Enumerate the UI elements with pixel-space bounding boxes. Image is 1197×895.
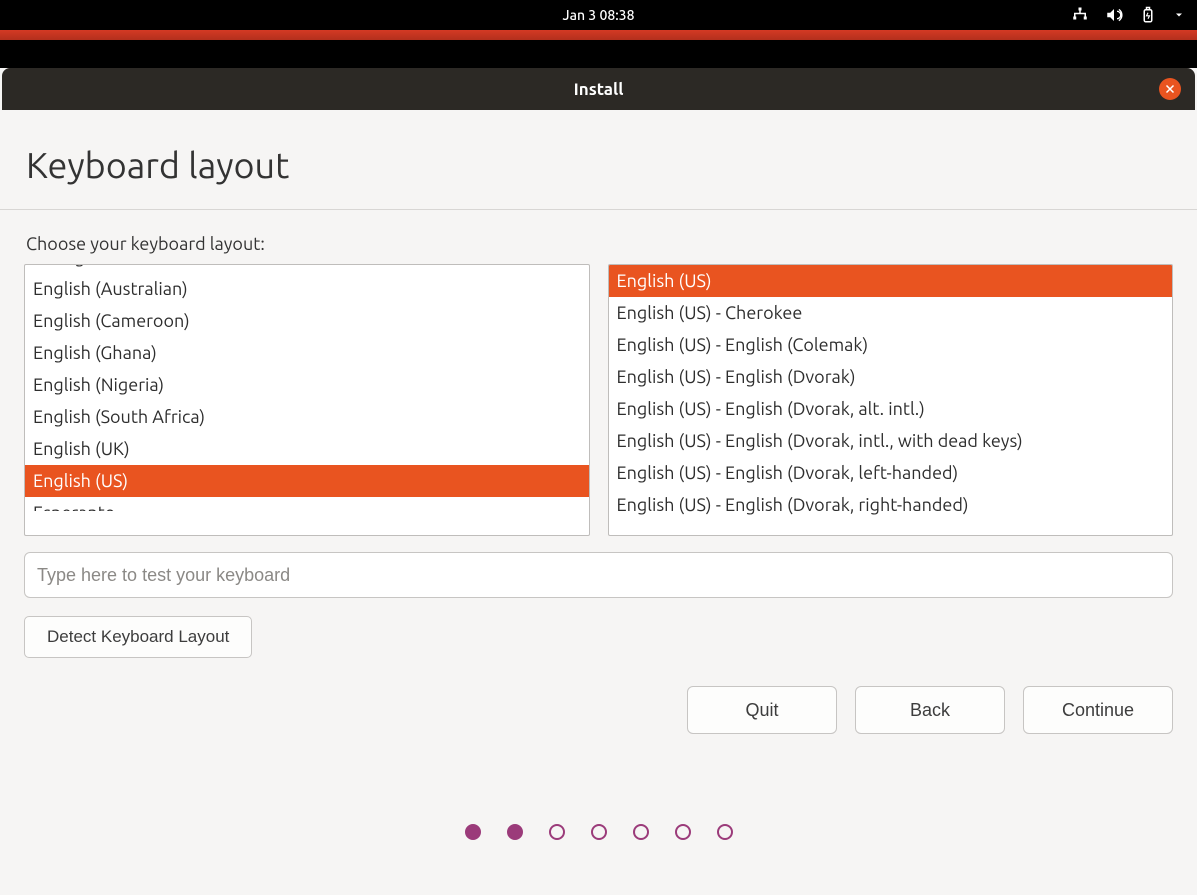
- layout-variant-list[interactable]: English (US)English (US) - CherokeeEngli…: [608, 264, 1174, 536]
- window-titlebar: Install: [2, 68, 1195, 110]
- network-icon[interactable]: [1071, 6, 1089, 24]
- close-button[interactable]: [1159, 78, 1181, 100]
- progress-dot: [717, 824, 733, 840]
- wizard-nav-buttons: Quit Back Continue: [0, 658, 1197, 734]
- prompt-text: Choose your keyboard layout:: [0, 210, 1197, 264]
- list-item[interactable]: English (Nigeria): [25, 369, 589, 401]
- progress-dot: [591, 824, 607, 840]
- progress-dot: [465, 824, 481, 840]
- list-item[interactable]: English (UK): [25, 433, 589, 465]
- list-item[interactable]: Esperanto: [25, 497, 589, 511]
- keyboard-lists-row: DzongkhaEnglish (Australian)English (Cam…: [0, 264, 1197, 536]
- list-item[interactable]: English (Ghana): [25, 337, 589, 369]
- layout-language-list[interactable]: DzongkhaEnglish (Australian)English (Cam…: [24, 264, 590, 536]
- list-item[interactable]: English (US) - English (Colemak): [609, 329, 1173, 361]
- page-title: Keyboard layout: [0, 110, 1197, 209]
- close-icon: [1164, 83, 1176, 95]
- progress-dot: [675, 824, 691, 840]
- list-item[interactable]: English (US) - English (Dvorak, intl., w…: [609, 425, 1173, 457]
- installer-content: Keyboard layout Choose your keyboard lay…: [0, 110, 1197, 840]
- list-item[interactable]: English (Australian): [25, 273, 589, 305]
- status-tray[interactable]: [1071, 0, 1185, 30]
- progress-dots: [0, 824, 1197, 840]
- continue-button[interactable]: Continue: [1023, 686, 1173, 734]
- list-item[interactable]: English (US): [25, 465, 589, 497]
- list-item[interactable]: English (US) - Cherokee: [609, 297, 1173, 329]
- list-item[interactable]: Dzongkha: [25, 264, 589, 273]
- window-title: Install: [574, 80, 624, 99]
- list-item[interactable]: English (South Africa): [25, 401, 589, 433]
- back-button[interactable]: Back: [855, 686, 1005, 734]
- keyboard-test-input[interactable]: [24, 552, 1173, 598]
- detect-keyboard-button[interactable]: Detect Keyboard Layout: [24, 616, 252, 658]
- chevron-down-icon[interactable]: [1173, 9, 1185, 21]
- list-item[interactable]: English (US): [609, 265, 1173, 297]
- decorative-orange-strip: [0, 30, 1197, 40]
- volume-icon[interactable]: [1105, 6, 1123, 24]
- progress-dot: [633, 824, 649, 840]
- list-item[interactable]: English (US) - English (Dvorak, alt. int…: [609, 393, 1173, 425]
- decorative-black-strip: [0, 40, 1197, 68]
- progress-dot: [507, 824, 523, 840]
- gnome-topbar: Jan 3 08:38: [0, 0, 1197, 30]
- list-item[interactable]: English (US) - English (Dvorak, right-ha…: [609, 489, 1173, 521]
- list-item[interactable]: English (US) - English (Dvorak): [609, 361, 1173, 393]
- list-item[interactable]: English (US) - English (Dvorak, left-han…: [609, 457, 1173, 489]
- clock-text: Jan 3 08:38: [563, 7, 635, 23]
- progress-dot: [549, 824, 565, 840]
- battery-icon[interactable]: [1139, 6, 1157, 24]
- quit-button[interactable]: Quit: [687, 686, 837, 734]
- list-item[interactable]: English (Cameroon): [25, 305, 589, 337]
